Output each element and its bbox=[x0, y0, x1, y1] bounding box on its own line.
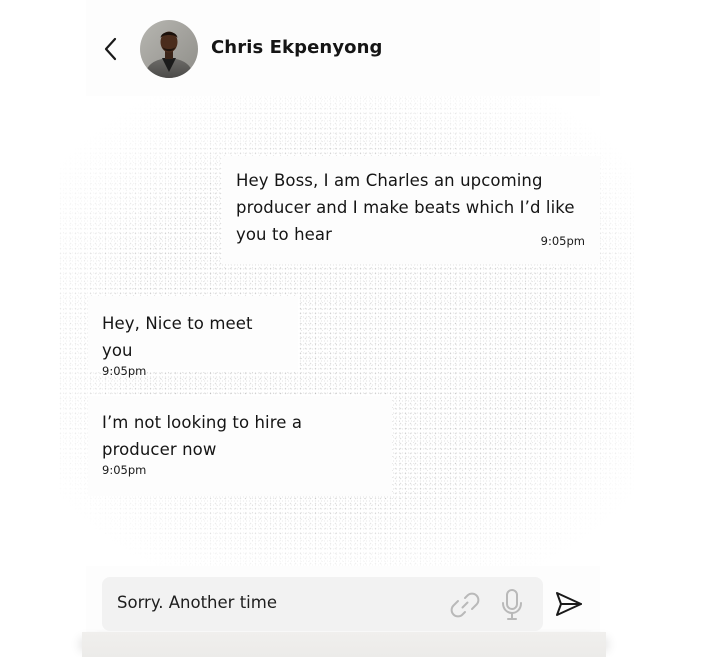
message-bubble-incoming: Hey, Nice to meet you 9:05pm bbox=[88, 296, 298, 378]
message-text: I’m not looking to hire a producer now bbox=[102, 413, 303, 459]
chevron-left-icon bbox=[104, 37, 117, 61]
contact-name: Chris Ekpenyong bbox=[211, 37, 383, 58]
message-bubble-outgoing: Hey Boss, I am Charles an upcoming produ… bbox=[222, 156, 600, 264]
attach-button[interactable] bbox=[448, 588, 482, 622]
message-time: 9:05pm bbox=[102, 364, 147, 378]
back-button[interactable] bbox=[100, 34, 122, 64]
message-time: 9:05pm bbox=[102, 463, 147, 477]
message-bubble-incoming: I’m not looking to hire a producer now 9… bbox=[88, 396, 392, 496]
send-icon bbox=[556, 592, 582, 616]
microphone-icon bbox=[502, 589, 522, 620]
message-text: Hey, Nice to meet you bbox=[102, 314, 253, 360]
message-text: Hey Boss, I am Charles an upcoming produ… bbox=[236, 171, 575, 244]
paperclip-icon bbox=[450, 592, 480, 618]
bottom-edge bbox=[82, 632, 606, 657]
microphone-button[interactable] bbox=[497, 587, 527, 623]
send-button[interactable] bbox=[553, 589, 585, 619]
avatar[interactable] bbox=[140, 20, 198, 78]
message-time: 9:05pm bbox=[540, 234, 585, 248]
message-input-value[interactable]: Sorry. Another time bbox=[117, 593, 277, 612]
